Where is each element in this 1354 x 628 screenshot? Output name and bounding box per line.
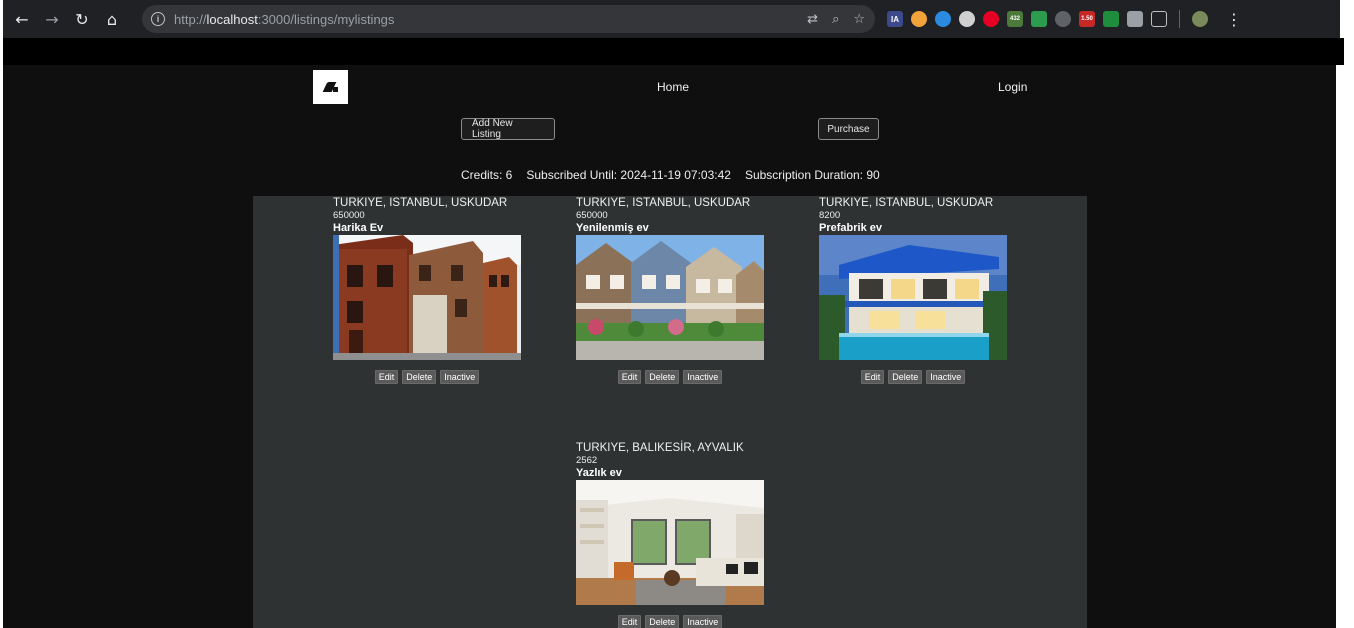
forward-arrow-icon[interactable]: → [37,4,67,34]
home-icon[interactable]: ⌂ [97,4,127,34]
listing-location: TURKIYE, ISTANBUL, USKUDAR [576,197,751,209]
translate-icon[interactable]: ⇄ [807,12,818,27]
inactive-button[interactable]: Inactive [683,615,723,628]
edit-button[interactable]: Edit [860,370,885,384]
listing-location: TURKIYE, ISTANBUL, USKUDAR [333,197,508,209]
inactive-button[interactable]: Inactive [440,370,480,384]
listing-photo[interactable] [576,480,764,605]
extension-badge: 432 [1009,16,1020,22]
listing-photo[interactable] [576,235,764,360]
speedometer-extension-icon[interactable] [959,11,975,27]
page-body: Home Login Add New Listing Purchase Cred… [3,65,1336,628]
inactive-button[interactable]: Inactive [683,370,723,384]
listing-photo[interactable] [333,235,521,360]
puzzle-extensions-icon[interactable] [1151,11,1167,27]
reload-icon[interactable]: ↻ [67,4,97,34]
edit-button[interactable]: Edit [374,370,399,384]
listing-location: TURKIYE, BALIKESİR, AYVALIK [576,442,744,454]
listing-card: TURKIYE, ISTANBUL, USKUDAR 650000 Yenile… [576,197,764,384]
pinterest-extension-icon[interactable] [983,11,999,27]
suburban-row-houses-image [576,235,764,360]
listing-card: TURKIYE, BALIKESİR, AYVALIK 2562 Yazlık … [576,442,764,628]
living-room-interior-image [576,480,764,605]
listing-card: TURKIYE, ISTANBUL, USKUDAR 8200 Prefabri… [819,197,1007,384]
menu-dots-icon[interactable]: ⋮ [1226,10,1242,29]
download-arrow-extension-icon[interactable] [1103,11,1119,27]
ia-extension-icon[interactable]: IA [887,11,903,27]
delete-button[interactable]: Delete [645,370,680,384]
listing-title: Yenilenmiş ev [576,222,649,234]
listing-price: 8200 [819,210,841,221]
toolbar-divider [1179,10,1180,28]
subscribed-until-text: Subscribed Until: 2024-11-19 07:03:42 [526,168,731,182]
listing-location: TURKIYE, ISTANBUL, USKUDAR [819,197,994,209]
account-stats: Credits: 6 Subscribed Until: 2024-11-19 0… [461,168,894,182]
bookmark-bar [3,38,1344,65]
zoom-icon[interactable]: ⌕ [832,12,839,27]
listings-panel: TURKIYE, ISTANBUL, USKUDAR 650000 Harika… [253,196,1087,628]
url-path: :3000/listings/mylistings [257,11,395,27]
profile-avatar-icon[interactable] [1192,11,1208,27]
nav-home-link[interactable]: Home [657,80,689,94]
listing-photo[interactable] [819,235,1007,360]
listing-price: 650000 [333,210,365,221]
listing-title: Harika Ev [333,222,384,234]
listing-price: 2562 [576,455,598,466]
logo-icon [323,80,339,94]
site-info-icon[interactable]: i [151,12,165,26]
extension-icon[interactable] [935,11,951,27]
add-new-listing-button[interactable]: Add New Listing [461,118,555,140]
subscription-duration-text: Subscription Duration: 90 [744,168,880,182]
inactive-button[interactable]: Inactive [926,370,966,384]
extension-badge: 1.50 [1081,16,1093,22]
url-prefix: http:// [174,11,207,27]
bookmark-star-icon[interactable]: ☆ [853,12,865,27]
modern-villa-pool-image [819,235,1007,360]
url-host: localhost [206,11,258,27]
wooden-townhouses-image [333,235,521,360]
edit-button[interactable]: Edit [617,370,642,384]
site-logo[interactable] [313,70,348,104]
extensions-bar: IA 432 1.50 ⋮ [887,0,1242,38]
delete-button[interactable]: Delete [645,615,680,628]
listing-card: TURKIYE, ISTANBUL, USKUDAR 650000 Harika… [333,197,521,384]
back-arrow-icon[interactable]: ← [7,4,37,34]
browser-toolbar: ← → ↻ ⌂ i http://localhost:3000/listings… [3,0,1340,38]
edit-button[interactable]: Edit [617,615,642,628]
delete-button[interactable]: Delete [888,370,923,384]
nav-login-link[interactable]: Login [998,80,1027,94]
credits-text: Credits: 6 [461,168,513,182]
glasses-extension-icon[interactable] [1055,11,1071,27]
url-text[interactable]: http://localhost:3000/listings/mylisting… [174,12,394,27]
extension-icon[interactable] [1127,11,1143,27]
delete-button[interactable]: Delete [402,370,437,384]
listing-price: 650000 [576,210,608,221]
badge-extension-icon[interactable]: 1.50 [1079,11,1095,27]
badge-extension-icon[interactable]: 432 [1007,11,1023,27]
listing-title: Prefabrik ev [819,222,882,234]
listing-title: Yazlık ev [576,467,622,479]
shield-extension-icon[interactable] [1031,11,1047,27]
address-bar[interactable]: i http://localhost:3000/listings/mylisti… [142,5,875,33]
extension-icon[interactable] [911,11,927,27]
purchase-button[interactable]: Purchase [818,118,879,140]
